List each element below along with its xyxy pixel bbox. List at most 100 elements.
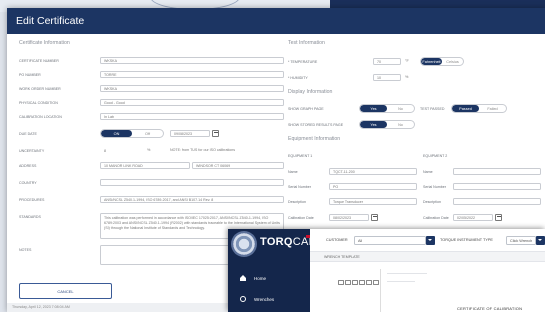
equipment-1-name-input[interactable]: TQCT-11-200 — [329, 168, 417, 175]
torqcal-filter-bar: CUSTOMER All TORQUE INSTRUMENT TYPE Clic… — [310, 229, 545, 252]
show-stored-results-toggle[interactable]: Yes No — [359, 120, 415, 129]
chevron-down-icon[interactable] — [536, 236, 545, 245]
show-stored-yes-option[interactable]: Yes — [360, 121, 387, 128]
home-icon — [240, 274, 246, 281]
equipment-2-caldate-input[interactable]: 02/05/2022 — [453, 214, 493, 221]
equipment-2-caldate-label: Calibration Date — [423, 216, 449, 220]
celsius-option[interactable]: Celsius — [442, 58, 463, 65]
toolbar-button-icon[interactable] — [352, 280, 358, 285]
torque-instrument-type-select[interactable]: Click Wrench — [506, 236, 536, 245]
country-input[interactable] — [100, 179, 284, 186]
humidity-input[interactable]: 10 — [373, 74, 401, 81]
equipment-1-caldate-input[interactable]: 08/02/2023 — [329, 214, 369, 221]
show-graph-page-label: SHOW GRAPH PAGE — [288, 107, 324, 111]
uncertainty-input[interactable]: 8 — [100, 147, 132, 154]
sidebar-item-home[interactable]: Home — [228, 270, 310, 286]
customer-label: CUSTOMER — [326, 238, 348, 242]
due-date-on-option[interactable]: ON — [101, 130, 132, 137]
certificate-number-input[interactable]: WKSKA — [100, 57, 284, 64]
toolbar-button-icon[interactable] — [338, 280, 344, 285]
sidebar-item-wrenches[interactable]: Wrenches — [228, 291, 310, 307]
equipment-2-name-label: Name — [423, 170, 433, 174]
preview-line — [387, 281, 415, 282]
temperature-label: * TEMPERATURE — [288, 60, 318, 64]
passed-option[interactable]: Passed — [452, 105, 479, 112]
equipment-information-heading: Equipment Information — [288, 136, 341, 142]
due-date-label: DUE DATE — [19, 132, 37, 136]
sidebar-item-home-label: Home — [254, 275, 267, 281]
certificate-number-label: CERTIFICATE NUMBER — [19, 59, 59, 63]
equipment-2-description-label: Description — [423, 200, 441, 204]
torqcal-sidebar: TORQCAL Home Wrenches — [228, 229, 315, 312]
test-passed-label: TEST PASSED — [420, 107, 445, 111]
show-graph-page-toggle[interactable]: Yes No — [359, 104, 415, 113]
work-order-label: WORK ORDER NUMBER — [19, 87, 61, 91]
fahrenheit-option[interactable]: Fahrenheit — [421, 58, 442, 65]
certificate-information-heading: Certificate Information — [19, 40, 70, 46]
po-number-label: PO NUMBER — [19, 73, 41, 77]
address-line-1-input[interactable]: 10 MANOR LINK ROAD — [100, 162, 190, 169]
torque-instrument-type-label: TORQUE INSTRUMENT TYPE — [440, 238, 493, 242]
calendar-icon[interactable] — [371, 214, 378, 221]
test-information-heading: Test Information — [288, 40, 325, 46]
calibration-location-input[interactable]: In Lab — [100, 113, 284, 120]
equipment-2-serial-label: Serial Number — [423, 185, 446, 189]
temperature-input[interactable]: 70 — [373, 58, 401, 65]
uncertainty-note: NOTE: from TUS for our ISO calibrations — [170, 148, 236, 152]
due-date-input[interactable]: 09/08/2023 — [170, 130, 210, 137]
show-stored-results-label: SHOW STORED RESULTS PAGE — [288, 123, 344, 127]
failed-option[interactable]: Failed — [479, 105, 506, 112]
torqcal-app-window: TORQCAL Home Wrenches CUSTOMER All TORQU… — [228, 229, 545, 312]
customer-select[interactable]: All — [354, 236, 426, 245]
due-date-toggle[interactable]: ON Off — [100, 129, 164, 138]
due-date-off-option[interactable]: Off — [132, 130, 163, 137]
humidity-label: * HUMIDITY — [288, 76, 308, 80]
toolbar-button-icon[interactable] — [359, 280, 365, 285]
equipment-2-name-input[interactable] — [453, 168, 541, 175]
show-graph-yes-option[interactable]: Yes — [360, 105, 387, 112]
equipment-1-serial-input[interactable]: PO — [329, 183, 417, 190]
procedures-input[interactable]: ANSI/NCSL Z540.1-1994, ISO 6789-2017, an… — [100, 196, 284, 203]
modal-title: Edit Certificate — [7, 8, 545, 34]
physical-condition-label: PHYSICAL CONDITION — [19, 101, 58, 105]
toolbar-button-icon[interactable] — [345, 280, 351, 285]
address-label: ADDRESS — [19, 164, 37, 168]
equipment-1-name-label: Name — [288, 170, 298, 174]
temperature-unit: °F — [405, 59, 409, 63]
test-passed-toggle[interactable]: Passed Failed — [451, 104, 507, 113]
gear-icon — [240, 296, 246, 302]
torqcal-logo-icon — [231, 231, 257, 257]
calendar-icon[interactable] — [495, 214, 502, 221]
torqcal-tab-row: WRENCH TEMPLATE — [310, 252, 545, 262]
procedures-label: PROCEDURES — [19, 198, 45, 202]
toolbar-button-icon[interactable] — [373, 280, 379, 285]
certificate-preview-title: CERTIFICATE OF CALIBRATION — [457, 306, 523, 311]
work-order-input[interactable]: WKSKA — [100, 85, 284, 92]
equipment-1-label: EQUIPMENT 1 — [288, 154, 313, 158]
equipment-1-serial-label: Serial Number — [288, 185, 311, 189]
address-line-2-input[interactable]: WINDSOR CT 06069 — [192, 162, 284, 169]
physical-condition-select[interactable]: Good - Good — [100, 99, 284, 106]
preview-line — [387, 273, 427, 274]
temperature-scale-toggle[interactable]: Fahrenheit Celsius — [420, 57, 464, 66]
brand-torq: TORQ — [260, 236, 293, 248]
country-label: COUNTRY — [19, 181, 37, 185]
tab-wrench-template[interactable]: WRENCH TEMPLATE — [324, 255, 360, 259]
equipment-1-description-label: Description — [288, 200, 306, 204]
cancel-button[interactable]: CANCEL — [19, 283, 112, 299]
sidebar-item-wrenches-label: Wrenches — [254, 296, 275, 302]
equipment-1-caldate-label: Calibration Date — [288, 216, 314, 220]
uncertainty-label: UNCERTAINTY — [19, 149, 45, 153]
equipment-1-description-input[interactable]: Torque Transducer — [329, 198, 417, 205]
toolbar-button-icon[interactable] — [366, 280, 372, 285]
display-information-heading: Display Information — [288, 89, 333, 95]
calendar-icon[interactable] — [212, 130, 219, 137]
equipment-2-description-input[interactable] — [453, 198, 541, 205]
po-number-input[interactable]: TORRE — [100, 71, 284, 78]
show-stored-no-option[interactable]: No — [387, 121, 414, 128]
humidity-unit: % — [405, 75, 409, 79]
show-graph-no-option[interactable]: No — [387, 105, 414, 112]
equipment-2-serial-input[interactable] — [453, 183, 541, 190]
chevron-down-icon[interactable] — [426, 236, 435, 245]
equipment-2-label: EQUIPMENT 2 — [423, 154, 448, 158]
